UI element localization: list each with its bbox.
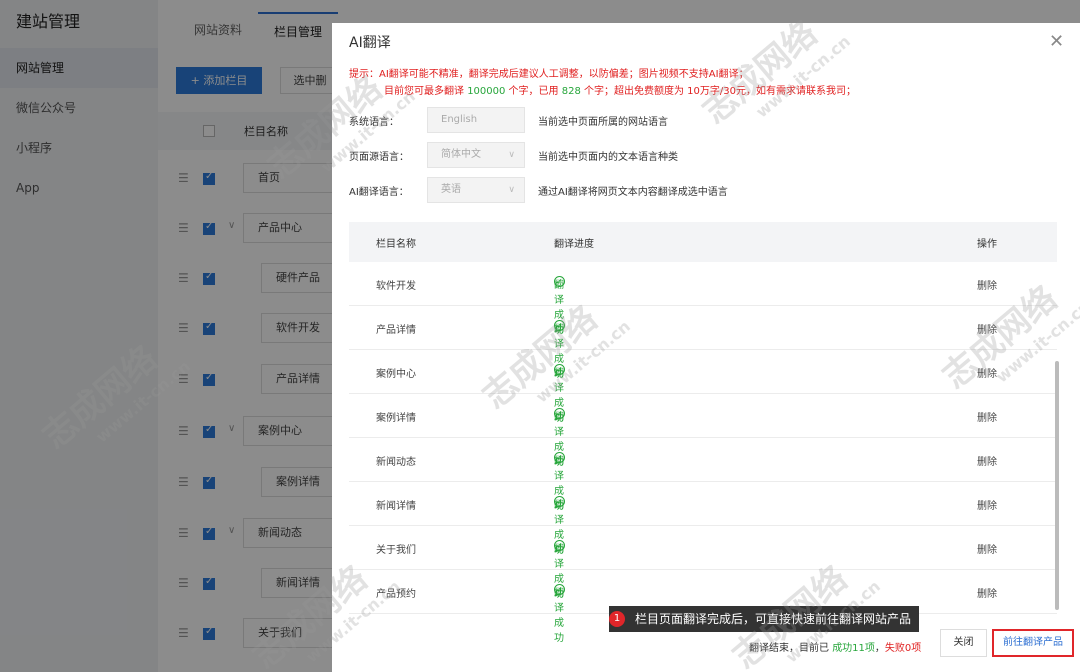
row-column-name: 案例中心 <box>376 369 416 380</box>
delete-link[interactable]: 删除 <box>977 321 997 336</box>
row-column-name: 关于我们 <box>376 545 416 556</box>
header-progress: 翻译进度 <box>554 239 594 250</box>
source-language-value: 简体中文 <box>441 149 481 160</box>
dialog-title: AI翻译 <box>349 35 391 51</box>
warning-tip-line2: 目前您可最多翻译 100000 个字，已用 828 个字；超出免费额度为 10万… <box>384 82 856 97</box>
row-column-name: 新闻详情 <box>376 501 416 512</box>
table-scrollbar[interactable] <box>1055 361 1059 610</box>
status-prefix: 翻译结束，目前已 <box>749 643 833 654</box>
ai-translate-dialog: AI翻译 ✕ 提示：AI翻译可能不精准，翻译完成后建议人工调整，以防偏差；图片视… <box>332 23 1080 672</box>
source-language-label: 页面源语言： <box>349 152 409 163</box>
go-translate-products-button[interactable]: 前往翻译产品 <box>992 629 1074 657</box>
callout-number-badge: 1 <box>609 611 625 627</box>
source-language-select[interactable]: 简体中文 ∨ <box>427 142 525 168</box>
target-language-value: 英语 <box>441 184 461 195</box>
row-column-name: 新闻动态 <box>376 457 416 468</box>
delete-link[interactable]: 删除 <box>977 277 997 292</box>
target-language-label: AI翻译语言： <box>349 187 409 198</box>
table-row: 新闻详情 ✓ 翻译成功 删除 <box>349 482 1057 556</box>
quota-text: 个字；超出免费额度为 10万字/30元，如有需求请联系我司； <box>580 86 857 97</box>
system-language-label: 系统语言： <box>349 117 399 128</box>
table-row: 案例详情 ✓ 翻译成功 删除 <box>349 394 1057 468</box>
delete-link[interactable]: 删除 <box>977 453 997 468</box>
translation-status: 翻译结束，目前已 成功11项，失败0项 <box>749 639 921 654</box>
chevron-down-icon: ∨ <box>508 185 515 195</box>
delete-link[interactable]: 删除 <box>977 541 997 556</box>
row-column-name: 产品预约 <box>376 589 416 600</box>
progress-text: 翻译成功 <box>554 588 564 644</box>
callout-tooltip: 栏目页面翻译完成后，可直接快速前往翻译网站产品 <box>609 606 920 632</box>
delete-link[interactable]: 删除 <box>977 409 997 424</box>
table-header: 栏目名称 翻译进度 操作 <box>349 222 1057 262</box>
system-language-desc: 当前选中页面所属的网站语言 <box>538 117 668 128</box>
warning-tip-line1: 提示：AI翻译可能不精准，翻译完成后建议人工调整，以防偏差；图片视频不支持AI翻… <box>349 69 749 80</box>
table-row: 软件开发 ✓ 翻译成功 删除 <box>349 262 1057 336</box>
quota-text: 个字，已用 <box>505 86 562 97</box>
quota-text: 目前您可最多翻译 <box>384 86 468 97</box>
table-row: 新闻动态 ✓ 翻译成功 删除 <box>349 438 1057 512</box>
delete-link[interactable]: 删除 <box>977 365 997 380</box>
fail-count: 失败0项 <box>884 643 922 654</box>
close-icon[interactable]: ✕ <box>1049 31 1064 52</box>
target-language-select[interactable]: 英语 ∨ <box>427 177 525 203</box>
chevron-down-icon: ∨ <box>508 150 515 160</box>
callout-text: 栏目页面翻译完成后，可直接快速前往翻译网站产品 <box>635 612 912 626</box>
quota-used: 828 <box>561 86 581 97</box>
source-language-desc: 当前选中页面内的文本语言种类 <box>538 152 678 163</box>
system-language-field: English <box>427 107 525 133</box>
delete-link[interactable]: 删除 <box>977 497 997 512</box>
table-row: 关于我们 ✓ 翻译成功 删除 <box>349 526 1057 600</box>
success-count: 成功11项 <box>832 643 875 654</box>
target-language-desc: 通过AI翻译将网页文本内容翻译成选中语言 <box>538 187 728 198</box>
table-row: 产品详情 ✓ 翻译成功 删除 <box>349 306 1057 380</box>
header-column-name: 栏目名称 <box>376 239 416 250</box>
table-row: 案例中心 ✓ 翻译成功 删除 <box>349 350 1057 424</box>
delete-link[interactable]: 删除 <box>977 585 997 600</box>
status-separator: ， <box>874 643 885 654</box>
header-action: 操作 <box>977 239 997 250</box>
row-column-name: 产品详情 <box>376 325 416 336</box>
close-button[interactable]: 关闭 <box>940 629 987 657</box>
row-column-name: 软件开发 <box>376 281 416 292</box>
quota-max: 100000 <box>467 86 506 97</box>
row-column-name: 案例详情 <box>376 413 416 424</box>
